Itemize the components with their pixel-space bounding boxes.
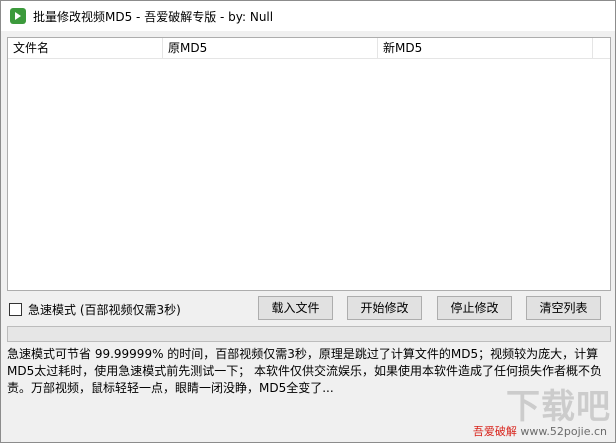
stop-modify-button[interactable]: 停止修改 [437,296,512,320]
control-bar: 急速模式 (百部视频仅需3秒) 载入文件 开始修改 停止修改 清空列表 [7,296,611,322]
app-window: 批量修改视频MD5 - 吾爱破解专版 - by: Null 文件名 原MD5 新… [0,0,616,443]
column-header-original-md5[interactable]: 原MD5 [163,38,378,59]
fast-mode-checkbox[interactable] [9,303,22,316]
file-list[interactable]: 文件名 原MD5 新MD5 [7,37,611,291]
fast-mode-option[interactable]: 急速模式 (百部视频仅需3秒) [7,301,181,318]
clear-list-button[interactable]: 清空列表 [526,296,601,320]
column-header-filename[interactable]: 文件名 [8,38,163,59]
list-body[interactable] [8,60,610,290]
watermark-url: www.52pojie.cn [520,425,607,438]
progress-bar [7,326,611,342]
watermark-logo: 下载吧 [506,387,611,427]
load-files-button[interactable]: 载入文件 [258,296,333,320]
list-header: 文件名 原MD5 新MD5 [8,38,610,59]
watermark-site-name: 吾爱破解 [472,425,517,438]
title-bar: 批量修改视频MD5 - 吾爱破解专版 - by: Null [1,1,615,31]
window-title: 批量修改视频MD5 - 吾爱破解专版 - by: Null [33,9,274,24]
fast-mode-label: 急速模式 (百部视频仅需3秒) [28,303,181,317]
column-header-new-md5[interactable]: 新MD5 [378,38,593,59]
watermark: 吾爱破解 www.52pojie.cn [473,423,607,439]
start-modify-button[interactable]: 开始修改 [347,296,422,320]
video-icon [10,8,26,24]
